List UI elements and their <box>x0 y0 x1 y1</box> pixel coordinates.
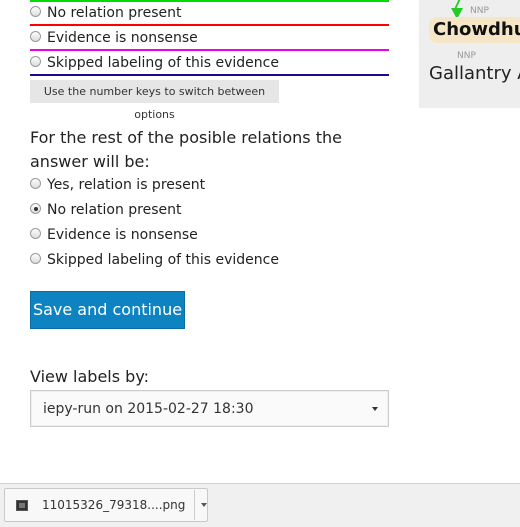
chevron-down-icon[interactable] <box>201 503 207 507</box>
select-value: iepy-run on 2015-02-27 18:30 <box>43 401 254 417</box>
option-label: No relation present <box>47 5 182 21</box>
view-labels-select[interactable]: iepy-run on 2015-02-27 18:30 <box>30 390 389 427</box>
download-item[interactable]: 11015326_79318....png <box>4 488 208 522</box>
rest-option-skipped[interactable]: Skipped labeling of this evidence <box>30 248 389 273</box>
rest-option-nonsense[interactable]: Evidence is nonsense <box>30 223 389 248</box>
image-file-icon <box>16 500 28 511</box>
radio-yes[interactable] <box>30 178 41 189</box>
entity-token[interactable]: Chowdhu <box>429 17 520 43</box>
view-labels-label: View labels by: <box>30 367 150 386</box>
top-option-nonsense[interactable]: Evidence is nonsense <box>30 26 389 51</box>
pos-tag: NNP <box>470 6 489 16</box>
radio-no-relation[interactable] <box>30 6 41 17</box>
chevron-down-icon <box>372 407 378 411</box>
option-underline-navy <box>30 74 389 76</box>
save-and-continue-button[interactable]: Save and continue <box>30 291 185 329</box>
rest-question: For the rest of the posible relations th… <box>30 128 342 171</box>
radio-skipped[interactable] <box>30 56 41 67</box>
option-label: Evidence is nonsense <box>47 227 198 243</box>
option-label: Evidence is nonsense <box>47 30 198 46</box>
radio-skipped[interactable] <box>30 253 41 264</box>
option-label: No relation present <box>47 202 182 218</box>
rest-option-no-relation[interactable]: No relation present <box>30 198 389 223</box>
document-token: Gallantry A <box>429 63 520 84</box>
number-keys-hint[interactable]: Use the number keys to switch between op… <box>30 80 279 121</box>
radio-nonsense[interactable] <box>30 31 41 42</box>
download-bar: 11015326_79318....png <box>0 483 520 527</box>
radio-nonsense[interactable] <box>30 228 41 239</box>
rest-option-yes[interactable]: Yes, relation is present <box>30 173 389 198</box>
option-label: Skipped labeling of this evidence <box>47 55 279 71</box>
option-label: Yes, relation is present <box>47 177 206 193</box>
divider <box>194 490 195 520</box>
pos-tag: NNP <box>457 51 476 61</box>
option-label: Skipped labeling of this evidence <box>47 252 279 268</box>
download-filename: 11015326_79318....png <box>42 498 186 512</box>
top-option-skipped[interactable]: Skipped labeling of this evidence <box>30 51 389 76</box>
top-option-no-relation[interactable]: No relation present <box>30 1 389 26</box>
radio-no-relation-checked[interactable] <box>30 203 41 214</box>
